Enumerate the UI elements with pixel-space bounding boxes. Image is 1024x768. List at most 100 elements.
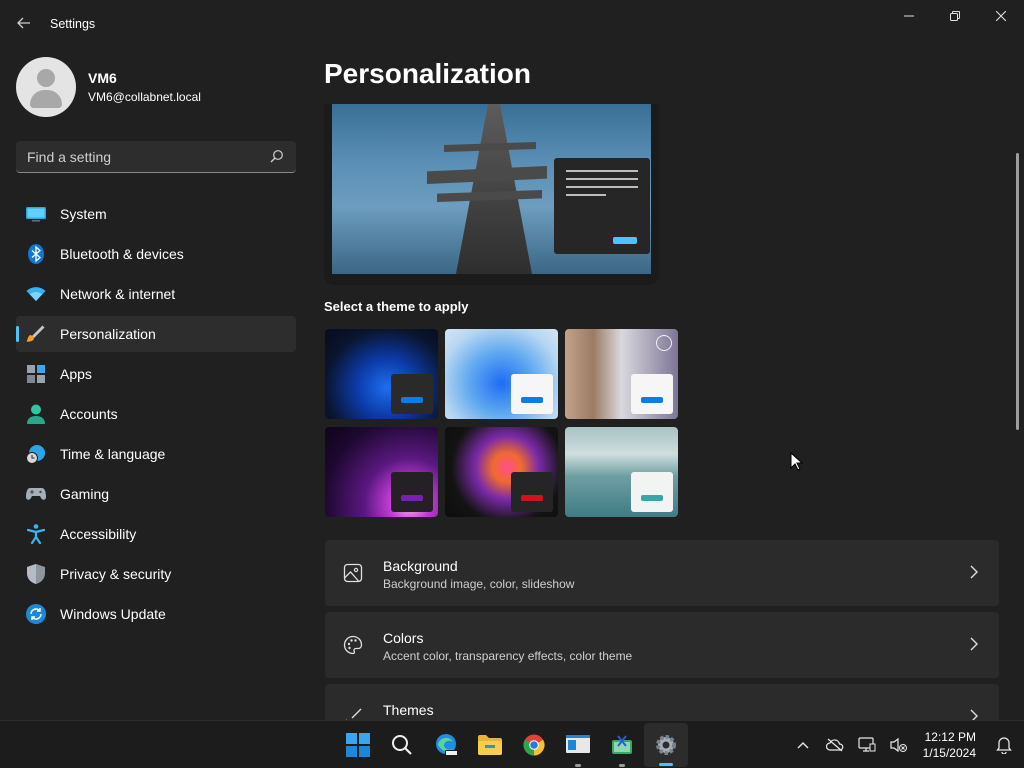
sidebar-item-label: Accounts bbox=[60, 406, 118, 422]
paintbrush-icon bbox=[26, 324, 46, 344]
theme-card-windows-light[interactable] bbox=[445, 329, 558, 419]
sidebar-item-windows-update[interactable]: Windows Update bbox=[16, 596, 296, 632]
background-card[interactable]: Background Background image, color, slid… bbox=[325, 540, 999, 606]
close-icon bbox=[996, 11, 1006, 21]
theme-preview bbox=[324, 104, 659, 285]
user-profile[interactable]: VM6 VM6@collabnet.local bbox=[16, 57, 201, 117]
taskbar-snipping-app[interactable] bbox=[600, 721, 644, 768]
sidebar-item-privacy-security[interactable]: Privacy & security bbox=[16, 556, 296, 592]
edge-icon bbox=[436, 734, 458, 756]
theme-card-windows-dark[interactable] bbox=[325, 329, 438, 419]
app-title: Settings bbox=[50, 17, 96, 31]
clock-time: 12:12 PM bbox=[924, 730, 976, 744]
sidebar-item-accounts[interactable]: Accounts bbox=[16, 396, 296, 432]
taskbar-file-explorer[interactable] bbox=[468, 721, 512, 768]
card-title: Themes bbox=[383, 702, 434, 718]
minimize-button[interactable] bbox=[886, 0, 932, 32]
volume-tray-button[interactable] bbox=[883, 721, 915, 768]
notifications-button[interactable] bbox=[988, 721, 1020, 768]
chevron-right-icon bbox=[970, 565, 978, 579]
title-bar: Settings bbox=[0, 0, 1024, 48]
sidebar-item-apps[interactable]: Apps bbox=[16, 356, 296, 392]
taskbar: 12:12 PM 1/15/2024 bbox=[0, 720, 1024, 768]
card-title: Colors bbox=[383, 630, 424, 646]
image-icon bbox=[343, 563, 363, 583]
sidebar-item-label: Gaming bbox=[60, 486, 110, 502]
search-icon bbox=[392, 735, 412, 755]
back-button[interactable] bbox=[10, 9, 38, 37]
person-icon bbox=[26, 404, 46, 424]
taskbar-edge-beta[interactable] bbox=[424, 721, 468, 768]
wallpaper-preview-image bbox=[332, 104, 651, 274]
taskbar-chrome[interactable] bbox=[512, 721, 556, 768]
search-icon bbox=[270, 150, 283, 163]
sidebar-item-personalization[interactable]: Personalization bbox=[16, 316, 296, 352]
theme-grid bbox=[325, 329, 678, 517]
speaker-muted-icon bbox=[890, 737, 907, 753]
sidebar-item-accessibility[interactable]: Accessibility bbox=[16, 516, 296, 552]
taskbar-search-button[interactable] bbox=[380, 721, 424, 768]
card-description: Accent color, transparency effects, colo… bbox=[383, 649, 633, 663]
sidebar-item-gaming[interactable]: Gaming bbox=[16, 476, 296, 512]
wifi-icon bbox=[26, 284, 46, 304]
sidebar-nav: System Bluetooth & devices Network & int… bbox=[16, 196, 296, 636]
card-title: Background bbox=[383, 558, 458, 574]
mouse-cursor-icon bbox=[790, 452, 804, 471]
arrow-left-icon bbox=[17, 17, 30, 29]
spotlight-badge-icon bbox=[656, 335, 672, 351]
theme-card-flow[interactable] bbox=[565, 427, 678, 517]
cloud-off-icon bbox=[825, 738, 843, 752]
sidebar-item-bluetooth[interactable]: Bluetooth & devices bbox=[16, 236, 296, 272]
clock-date: 1/15/2024 bbox=[922, 746, 976, 760]
sidebar-item-label: Personalization bbox=[60, 326, 156, 342]
system-tray: 12:12 PM 1/15/2024 bbox=[787, 721, 1024, 768]
folder-icon bbox=[478, 735, 502, 755]
gear-icon bbox=[656, 735, 676, 755]
sidebar-item-label: Time & language bbox=[60, 446, 166, 462]
profile-email: VM6@collabnet.local bbox=[88, 90, 201, 104]
taskbar-apps bbox=[336, 721, 688, 768]
theme-card-captured-motion[interactable] bbox=[445, 427, 558, 517]
search-box[interactable] bbox=[16, 141, 296, 173]
bluetooth-icon bbox=[26, 244, 46, 264]
theme-card-glow[interactable] bbox=[325, 427, 438, 517]
colors-card[interactable]: Colors Accent color, transparency effect… bbox=[325, 612, 999, 678]
sidebar-item-network[interactable]: Network & internet bbox=[16, 276, 296, 312]
sidebar-item-time-language[interactable]: Time & language bbox=[16, 436, 296, 472]
profile-name: VM6 bbox=[88, 70, 117, 86]
preview-window-mock bbox=[554, 158, 650, 254]
monitor-icon bbox=[26, 204, 46, 224]
network-tray-button[interactable] bbox=[851, 721, 883, 768]
accessibility-icon bbox=[26, 524, 46, 544]
taskbar-settings[interactable] bbox=[644, 723, 688, 767]
clock[interactable]: 12:12 PM 1/15/2024 bbox=[915, 729, 988, 761]
apps-icon bbox=[26, 364, 46, 384]
onedrive-tray-button[interactable] bbox=[819, 721, 851, 768]
sidebar-item-label: Windows Update bbox=[60, 606, 166, 622]
theme-card-windows-spotlight[interactable] bbox=[565, 329, 678, 419]
chevron-right-icon bbox=[970, 637, 978, 651]
start-button[interactable] bbox=[336, 721, 380, 768]
network-monitor-icon bbox=[858, 737, 876, 752]
chevron-up-icon bbox=[797, 742, 809, 749]
minimize-icon bbox=[904, 15, 914, 17]
window-app-icon bbox=[566, 735, 590, 753]
sidebar-item-label: Privacy & security bbox=[60, 566, 172, 582]
sidebar-item-label: Accessibility bbox=[60, 526, 137, 542]
restore-button[interactable] bbox=[932, 0, 978, 32]
card-description: Background image, color, slideshow bbox=[383, 577, 575, 591]
restore-icon bbox=[950, 11, 960, 21]
search-input[interactable] bbox=[27, 148, 257, 165]
sidebar-item-label: Network & internet bbox=[60, 286, 176, 302]
scissors-app-icon bbox=[612, 735, 632, 754]
close-button[interactable] bbox=[978, 0, 1024, 32]
shield-icon bbox=[26, 564, 46, 584]
show-hidden-icons-button[interactable] bbox=[787, 721, 819, 768]
scrollbar[interactable] bbox=[1016, 153, 1019, 430]
palette-icon bbox=[343, 635, 363, 655]
chrome-icon bbox=[523, 734, 545, 756]
update-icon bbox=[26, 604, 46, 624]
sidebar-item-system[interactable]: System bbox=[16, 196, 296, 232]
taskbar-remote-app[interactable] bbox=[556, 721, 600, 768]
page-title: Personalization bbox=[324, 58, 531, 89]
